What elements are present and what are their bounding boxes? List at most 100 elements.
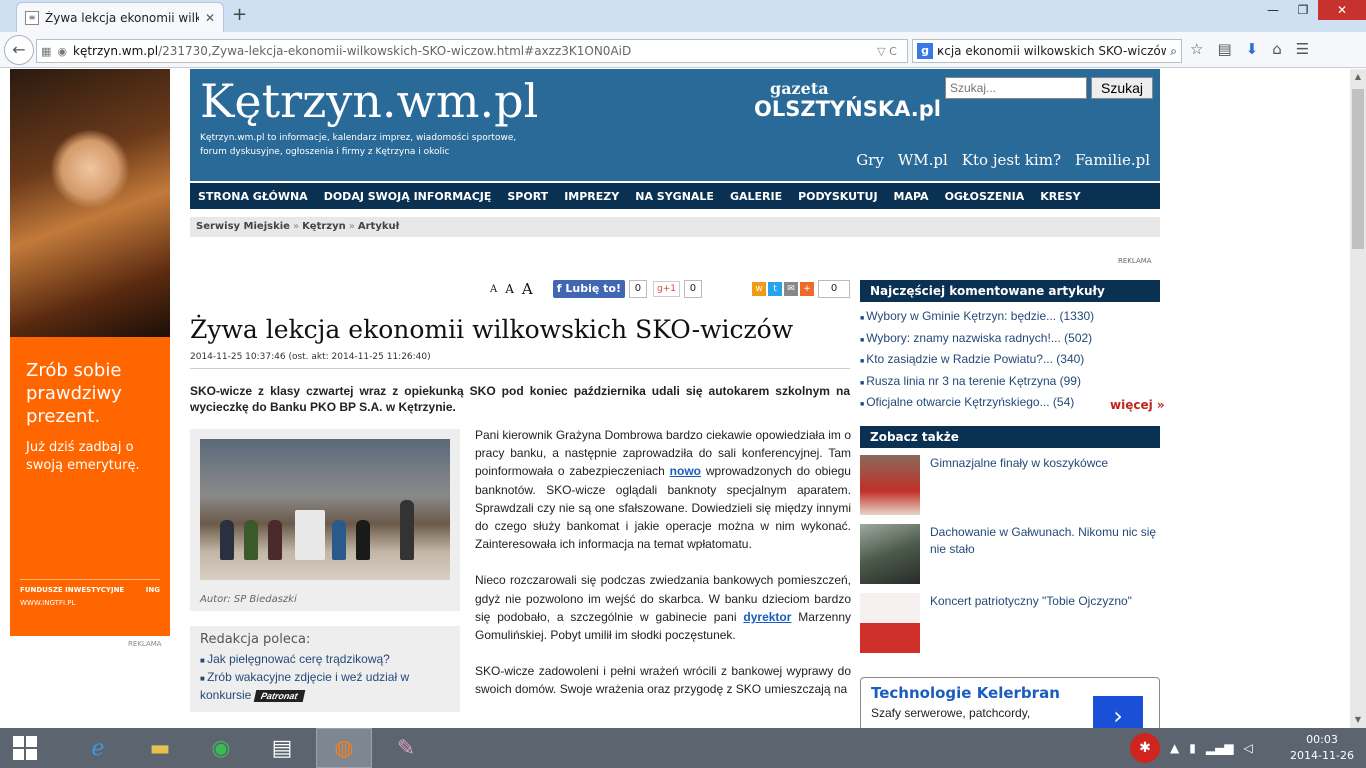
breadcrumb-ketrzyn[interactable]: Kętrzyn — [302, 221, 346, 232]
scroll-up-icon[interactable]: ▲ — [1350, 69, 1366, 85]
download-icon[interactable]: ⬇ — [1246, 40, 1259, 58]
ing-advertisement[interactable]: Zrób sobie prawdziwy prezent. Już dziś z… — [10, 69, 170, 636]
article-paragraph: Pani kierownik Grażyna Dombrowa bardzo c… — [475, 426, 851, 553]
redakcja-poleca-box: Redakcja poleca: Jak pielęgnować cerę tr… — [190, 626, 460, 712]
photo-banner — [295, 510, 325, 560]
site-search-button[interactable]: Szukaj — [1091, 77, 1153, 99]
link-dyrektor[interactable]: dyrektor — [743, 610, 791, 624]
breadcrumb-serwisy[interactable]: Serwisy Miejskie — [196, 221, 290, 232]
kelerbran-promo[interactable]: Technologie Kelerbran Szafy serwerowe, p… — [860, 677, 1160, 728]
photo-caption: Autor: SP Biedaszki — [200, 594, 297, 605]
back-button[interactable]: ← — [4, 35, 34, 65]
firefox-icon[interactable]: ◍ — [316, 728, 372, 768]
site-info-icon[interactable]: ◉ — [57, 45, 67, 58]
site-search-input[interactable] — [945, 77, 1087, 99]
most-commented-item[interactable]: Rusza linia nr 3 na terenie Kętrzyna (99… — [860, 372, 1160, 394]
internet-explorer-icon[interactable]: ℯ — [70, 728, 126, 768]
ad-url: WWW.INGTFI.PL — [20, 599, 76, 607]
network-icon[interactable]: ▮ — [1189, 741, 1196, 755]
clock-time: 00:03 — [1306, 733, 1338, 746]
ad-headline: Zrób sobie prawdziwy prezent. — [26, 360, 122, 427]
search-icon[interactable]: ⌕ — [1170, 44, 1177, 59]
link-familie[interactable]: Familie.pl — [1075, 151, 1150, 169]
gazeta-logo-bottom: OLSZTYŃSKA.pl — [754, 97, 941, 121]
bookmarks-grid-icon[interactable]: ▦ — [41, 45, 51, 58]
new-tab-button[interactable]: + — [232, 6, 247, 24]
nav-kresy[interactable]: KRESY — [1040, 190, 1080, 203]
font-size-large[interactable]: A — [522, 280, 533, 298]
tray-overflow-icon[interactable]: ▲ — [1170, 741, 1179, 755]
link-kto-jest-kim[interactable]: Kto jest kim? — [962, 151, 1061, 169]
poleca-item[interactable]: Zrób wakacyjne zdjęcie i weź udział w ko… — [200, 669, 450, 704]
google-plus-button[interactable]: g+1 — [652, 281, 680, 297]
see-also-item[interactable]: Gimnazjalne finały w koszykówce — [860, 455, 1160, 515]
start-button[interactable] — [0, 728, 50, 768]
chevron-right-icon[interactable]: › — [1093, 696, 1143, 728]
search-text[interactable]: ҝcja ekonomii wilkowskich SKO-wiczów — [937, 44, 1166, 58]
url-text[interactable]: kętrzyn.wm.pl/231730,Zywa-lekcja-ekonomi… — [73, 44, 861, 58]
most-commented-item[interactable]: Kto zasiądzie w Radzie Powiatu?... (340) — [860, 350, 1160, 372]
chrome-icon[interactable]: ◉ — [193, 728, 249, 768]
nav-sport[interactable]: SPORT — [507, 190, 548, 203]
page-scrollbar[interactable]: ▲ ▼ — [1350, 69, 1366, 728]
link-nowo[interactable]: nowo — [670, 464, 701, 478]
signal-icon[interactable]: ▂▄▆ — [1206, 741, 1234, 755]
article-photo[interactable] — [200, 439, 450, 580]
share-plus-icon[interactable]: + — [800, 282, 814, 296]
minimize-button[interactable]: — — [1258, 0, 1288, 20]
nav-mapa[interactable]: MAPA — [894, 190, 929, 203]
nav-podyskutuj[interactable]: PODYSKUTUJ — [798, 190, 877, 203]
twitter-icon[interactable]: t — [768, 282, 782, 296]
notepad-icon[interactable]: ▤ — [254, 728, 310, 768]
menu-icon[interactable]: ☰ — [1296, 40, 1309, 58]
nav-galerie[interactable]: GALERIE — [730, 190, 782, 203]
link-wm[interactable]: WM.pl — [898, 151, 948, 169]
more-link[interactable]: więcej » — [1110, 398, 1165, 412]
active-tab[interactable]: ≡ Żywa lekcja ekonomii wilkowskich SKO-w… — [16, 2, 224, 32]
wykop-icon[interactable]: w — [752, 282, 766, 296]
gplus-count: 0 — [683, 280, 702, 298]
most-commented-item[interactable]: Wybory: znamy nazwiska radnych!... (502) — [860, 329, 1160, 351]
photo-figure — [268, 520, 282, 560]
photo-figure — [332, 520, 346, 560]
close-button[interactable]: ✕ — [1318, 0, 1366, 20]
window-controls: — ❐ ✕ — [1258, 0, 1366, 20]
nav-dodaj[interactable]: DODAJ SWOJĄ INFORMACJĘ — [324, 190, 492, 203]
tab-close-icon[interactable]: ✕ — [205, 11, 215, 25]
see-also-item[interactable]: Dachowanie w Gałwunach. Nikomu nic się n… — [860, 524, 1160, 584]
home-icon[interactable]: ⌂ — [1272, 40, 1282, 58]
nav-imprezy[interactable]: IMPREZY — [564, 190, 619, 203]
reload-icon[interactable]: ▽ C — [867, 45, 907, 58]
volume-icon[interactable]: ◁ — [1244, 741, 1253, 755]
restore-button[interactable]: ❐ — [1288, 0, 1318, 20]
nav-ogloszenia[interactable]: OGŁOSZENIA — [945, 190, 1025, 203]
site-logo[interactable]: Kętrzyn.wm.pl — [200, 73, 538, 129]
url-bar[interactable]: ▦ ◉ kętrzyn.wm.pl/231730,Zywa-lekcja-eko… — [36, 39, 908, 63]
bookmark-star-icon[interactable]: ☆ — [1190, 40, 1203, 58]
notification-app-icon[interactable]: ✱ — [1130, 733, 1160, 763]
font-size-medium[interactable]: A — [505, 282, 514, 296]
file-explorer-icon[interactable]: ▬ — [132, 728, 188, 768]
search-bar[interactable]: g ҝcja ekonomii wilkowskich SKO-wiczów ⌕ — [912, 39, 1182, 63]
nav-na-sygnale[interactable]: NA SYGNALE — [635, 190, 714, 203]
system-clock[interactable]: 00:03 2014-11-26 — [1282, 732, 1362, 764]
share-count: 0 — [818, 280, 850, 298]
article-photo-box: Autor: SP Biedaszki — [190, 429, 460, 611]
see-also-item[interactable]: Koncert patriotyczny "Tobie Ojczyzno" — [860, 593, 1160, 653]
scroll-down-icon[interactable]: ▼ — [1350, 712, 1366, 728]
scrollbar-thumb[interactable] — [1352, 89, 1364, 249]
font-size-small[interactable]: A — [490, 284, 497, 295]
link-gry[interactable]: Gry — [856, 151, 884, 169]
gazeta-olsztynska-logo[interactable]: gazeta OLSZTYŃSKA.pl — [754, 79, 941, 121]
google-icon[interactable]: g — [917, 43, 933, 59]
photo-figure — [220, 520, 234, 560]
see-also-header: Zobacz także — [860, 426, 1160, 448]
reading-list-icon[interactable]: ▤ — [1217, 40, 1231, 58]
nav-strona-glowna[interactable]: STRONA GŁÓWNA — [198, 190, 308, 203]
photo-figure — [356, 520, 370, 560]
poleca-item[interactable]: Jak pielęgnować cerę trądzikową? — [200, 651, 450, 669]
email-icon[interactable]: ✉ — [784, 282, 798, 296]
facebook-like-button[interactable]: f Lubię to! — [552, 280, 625, 298]
most-commented-item[interactable]: Wybory w Gminie Kętrzyn: będzie... (1330… — [860, 307, 1160, 329]
paint-icon[interactable]: ✎ — [378, 728, 434, 768]
